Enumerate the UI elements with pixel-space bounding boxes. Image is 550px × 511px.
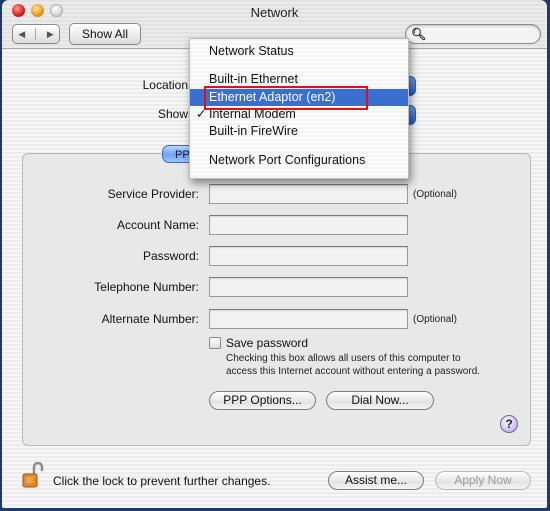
help-button[interactable]: ? [500,415,518,433]
alternate-number-label: Alternate Number: [101,312,199,326]
menu-item-label: Network Port Configurations [209,153,366,167]
annotation-highlight-box [204,86,368,110]
assist-me-button[interactable]: Assist me... [328,471,424,490]
save-password-checkbox[interactable] [209,337,221,349]
dial-now-button[interactable]: Dial Now... [326,391,434,410]
ppp-options-button[interactable]: PPP Options... [209,391,316,410]
service-provider-label: Service Provider: [107,187,199,201]
menu-separator [190,65,408,66]
password-label: Password: [142,249,199,263]
alternate-number-optional-note: (Optional) [413,314,457,325]
menu-item-label: Built-in Ethernet [209,72,298,86]
lock-status-text: Click the lock to prevent further change… [53,474,271,488]
account-name-field[interactable] [209,215,408,235]
location-label: Location [142,78,188,92]
search-icon: 🔍︎ [411,27,427,41]
menu-separator [190,143,408,144]
network-preferences-window: Network ◀ ▶ Show All 🔍︎ Location Show PP… [2,0,547,508]
unlocked-padlock-icon[interactable] [22,462,44,490]
show-label: Show [157,107,188,121]
show-all-button[interactable]: Show All [69,23,141,45]
password-field[interactable] [209,246,408,266]
alternate-number-field[interactable] [209,309,408,329]
save-password-note: Checking this box allows all users of th… [226,352,526,378]
save-password-label: Save password [226,336,309,350]
window-title: Network [250,5,299,20]
menu-item-network-status[interactable]: Network Status [190,43,408,60]
menu-item-built-in-firewire[interactable]: Built-in FireWire [190,123,408,140]
divider [35,28,37,40]
service-provider-optional-note: (Optional) [413,189,457,200]
search-input[interactable]: 🔍︎ [405,24,541,44]
apply-now-button[interactable]: Apply Now [435,471,531,490]
telephone-number-label: Telephone Number: [94,280,199,294]
save-password-note-line-2: access this Internet account without ent… [226,366,481,377]
save-password-note-line-1: Checking this box allows all users of th… [226,353,461,364]
back-forward-buttons: ◀ ▶ [12,24,60,44]
telephone-number-field[interactable] [209,277,408,297]
forward-arrow-icon[interactable]: ▶ [47,29,54,40]
account-name-label: Account Name: [116,218,199,232]
menu-item-label: Built-in FireWire [209,124,298,138]
service-provider-field[interactable] [209,184,408,204]
menu-item-network-port-configurations[interactable]: Network Port Configurations [190,152,408,169]
menu-item-label: Network Status [209,44,294,58]
back-arrow-icon[interactable]: ◀ [18,29,25,40]
